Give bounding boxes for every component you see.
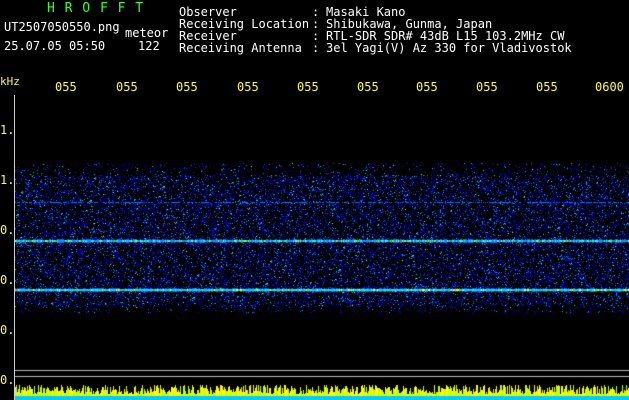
- meteor-count: 122: [138, 39, 160, 53]
- time-tick: 055: [297, 80, 319, 94]
- antenna-separator: :: [312, 41, 320, 55]
- time-tick: 055: [237, 80, 259, 94]
- antenna-label: Receiving Antenna: [179, 41, 302, 55]
- file-name: UT2507050550.png: [4, 20, 120, 34]
- time-tick: 055: [536, 80, 558, 94]
- antenna-value: 3el Yagi(V) Az 330 for Vladivostok: [326, 41, 572, 55]
- time-tick: 055: [357, 80, 379, 94]
- spectrogram-canvas: [15, 95, 629, 400]
- time-tick: 055: [416, 80, 438, 94]
- time-tick: 0600: [595, 80, 624, 94]
- app-title: H R O F F T: [47, 1, 145, 16]
- meteor-label: meteor: [125, 26, 169, 40]
- date-time: 25.07.05 05:50: [4, 39, 106, 53]
- time-tick: 055: [116, 80, 138, 94]
- time-tick: 055: [476, 80, 498, 94]
- spectrogram: [15, 95, 629, 400]
- axis-unit-label: kHz: [0, 75, 20, 88]
- time-tick: 055: [55, 80, 77, 94]
- time-tick: 055: [176, 80, 198, 94]
